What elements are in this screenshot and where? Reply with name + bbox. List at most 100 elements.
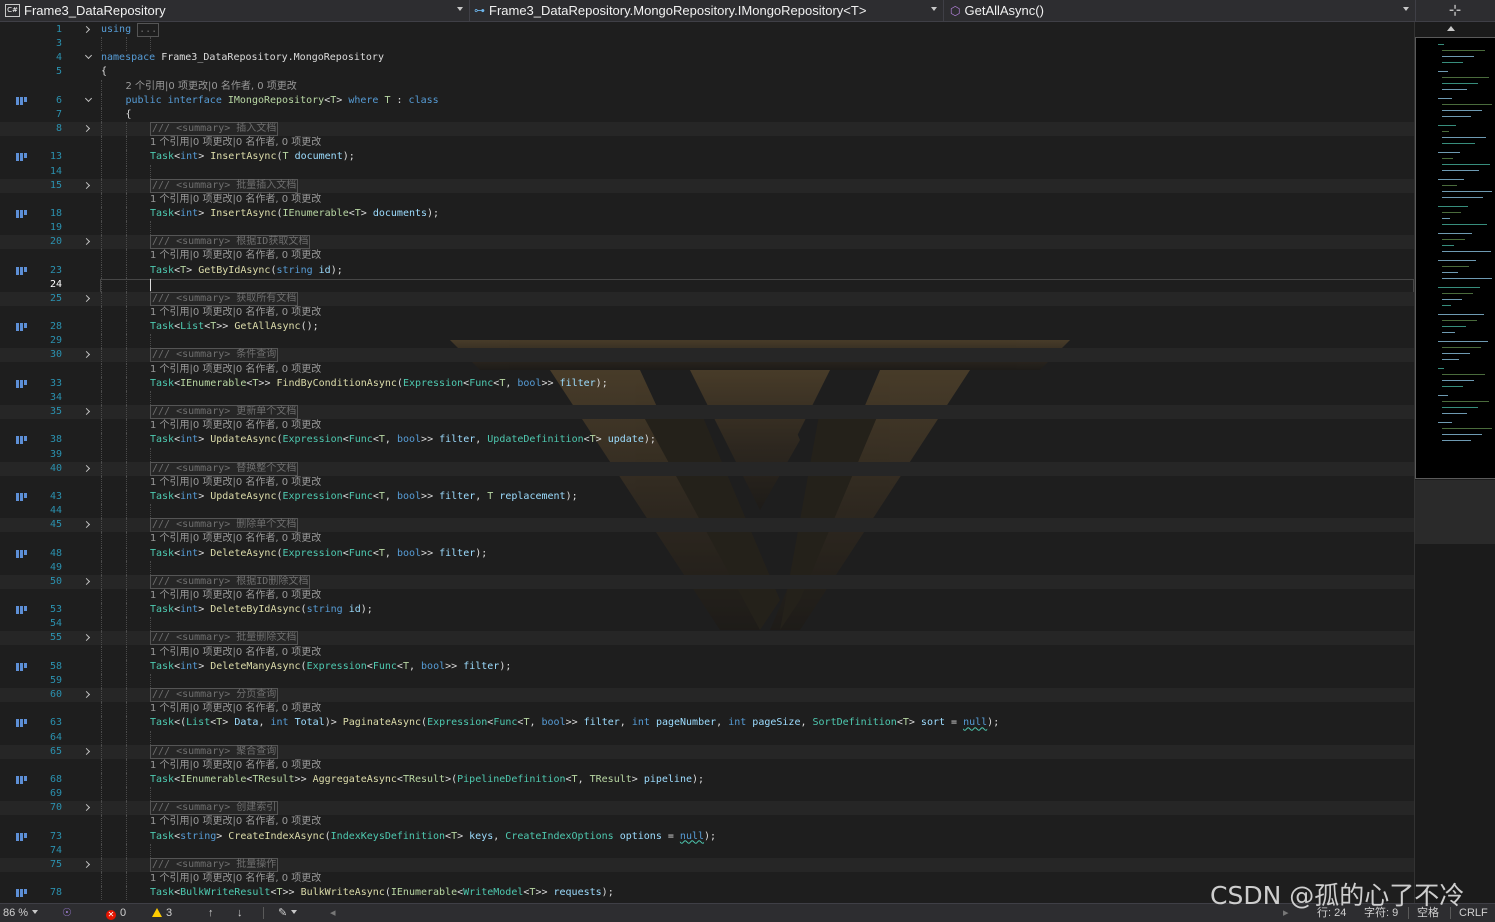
implementation-marker-icon[interactable] [16, 606, 30, 615]
line-number: 70 [49, 802, 62, 814]
expand-chevron-icon[interactable] [82, 464, 91, 472]
expand-chevron-icon[interactable] [82, 521, 91, 529]
previous-issue-button[interactable]: ↑ [208, 904, 214, 922]
split-window-button[interactable]: ⊹ [1443, 0, 1467, 21]
code-lens[interactable]: 1 个引用|0 项更改|0 名作者, 0 项更改 [150, 363, 321, 377]
line-number: 6 [55, 94, 62, 106]
implementation-marker-icon[interactable] [16, 436, 30, 445]
expand-chevron-icon[interactable] [82, 577, 91, 585]
code-lens[interactable]: 1 个引用|0 项更改|0 名作者, 0 项更改 [150, 306, 321, 320]
expand-chevron-icon[interactable] [82, 860, 91, 868]
implementation-marker-icon[interactable] [16, 832, 30, 841]
implementation-marker-icon[interactable] [16, 662, 30, 671]
code-cleanup-button[interactable]: ✎ [278, 904, 298, 922]
code-lens-row: 1 个引用|0 项更改|0 名作者, 0 项更改 [0, 249, 1414, 264]
code-lens[interactable]: 2 个引用|0 项更改|0 名作者, 0 项更改 [126, 80, 297, 94]
implementation-marker-icon[interactable] [16, 153, 30, 162]
collapsed-summary[interactable]: /// <summary> 批量删除文档 [150, 631, 299, 646]
expand-chevron-icon[interactable] [82, 238, 91, 246]
collapsed-summary[interactable]: /// <summary> 分页查询 [150, 688, 279, 703]
code-line: 40 /// <summary> 替换整个文档 [0, 461, 1414, 476]
implementation-marker-icon[interactable] [16, 549, 30, 558]
expand-chevron-icon[interactable] [82, 25, 91, 34]
implementation-marker-icon[interactable] [16, 96, 30, 105]
code-lens[interactable]: 1 个引用|0 项更改|0 名作者, 0 项更改 [150, 702, 321, 716]
implementation-marker-icon[interactable] [16, 323, 30, 332]
expand-chevron-icon[interactable] [82, 294, 91, 302]
map-viewport[interactable] [1415, 37, 1495, 479]
code-line: 73 Task<string> CreateIndexAsync(IndexKey… [0, 829, 1414, 844]
code-lens[interactable]: 1 个引用|0 项更改|0 名作者, 0 项更改 [150, 136, 321, 150]
implementation-marker-icon[interactable] [16, 379, 30, 388]
expand-chevron-icon[interactable] [82, 408, 91, 416]
collapsed-summary[interactable]: /// <summary> 创建索引 [150, 801, 279, 816]
chevron-down-icon [291, 910, 298, 914]
code-line: 19 [0, 221, 1414, 236]
collapsed-summary[interactable]: /// <summary> 获取所有文档 [150, 291, 299, 306]
collapsed-summary[interactable]: /// <summary> 聚合查询 [150, 744, 279, 759]
code-line: 5{ [0, 65, 1414, 79]
collapsed-summary[interactable]: /// <summary> 删除单个文档 [150, 518, 299, 533]
code-line: 4 namespace Frame3_DataRepository.MongoRe… [0, 51, 1414, 65]
code-lens[interactable]: 1 个引用|0 项更改|0 名作者, 0 项更改 [150, 249, 321, 263]
line-number: 50 [49, 575, 62, 587]
code-editor[interactable]: 1 using ... 3 4 namespace Frame3_DataReposit… [0, 22, 1414, 903]
collapse-chevron-icon[interactable] [84, 94, 93, 102]
collapsed-summary[interactable]: /// <summary> 插入文档 [150, 122, 279, 137]
expand-chevron-icon[interactable] [82, 804, 91, 812]
line-number: 74 [49, 844, 62, 856]
code-lens[interactable]: 1 个引用|0 项更改|0 名作者, 0 项更改 [150, 589, 321, 603]
collapsed-summary[interactable]: /// <summary> 根据ID获取文档 [150, 235, 311, 250]
code-lens[interactable]: 1 个引用|0 项更改|0 名作者, 0 项更改 [150, 532, 321, 546]
collapse-chevron-icon[interactable] [84, 52, 93, 60]
expand-chevron-icon[interactable] [82, 747, 91, 755]
collapsed-summary[interactable]: /// <summary> 批量操作 [150, 857, 279, 872]
expand-chevron-icon[interactable] [82, 181, 91, 189]
implementation-marker-icon[interactable] [16, 775, 30, 784]
code-lens[interactable]: 1 个引用|0 项更改|0 名作者, 0 项更改 [150, 872, 321, 886]
code-lens[interactable]: 1 个引用|0 项更改|0 名作者, 0 项更改 [150, 815, 321, 829]
code-lens[interactable]: 1 个引用|0 项更改|0 名作者, 0 项更改 [150, 193, 321, 207]
line-number: 34 [49, 391, 62, 403]
collapsed-summary[interactable]: /// <summary> 替换整个文档 [150, 461, 299, 476]
expand-chevron-icon[interactable] [82, 351, 91, 359]
implementation-marker-icon[interactable] [16, 889, 30, 898]
type-dropdown[interactable]: ⊶ Frame3_DataRepository.MongoRepository.… [470, 0, 944, 21]
code-line: 44 [0, 504, 1414, 519]
copilot-icon[interactable]: ☉ [62, 904, 72, 922]
zoom-level[interactable]: 86 % [3, 904, 39, 922]
line-number: 69 [49, 788, 62, 800]
scroll-left-icon[interactable]: ◂ [330, 904, 336, 922]
error-count[interactable]: ✕ 0 [106, 904, 126, 922]
scrollbar-map[interactable] [1414, 22, 1495, 903]
member-dropdown[interactable]: ⬡ GetAllAsync() [944, 0, 1416, 21]
code-lens-row: 1 个引用|0 项更改|0 名作者, 0 项更改 [0, 589, 1414, 603]
collapsed-region[interactable]: ... [137, 23, 160, 37]
code-line: 74 [0, 843, 1414, 858]
collapsed-summary[interactable]: /// <summary> 根据ID删除文档 [150, 574, 311, 589]
warning-count[interactable]: 3 [152, 904, 172, 922]
expand-chevron-icon[interactable] [82, 634, 91, 642]
code-lens-row: 1 个引用|0 项更改|0 名作者, 0 项更改 [0, 532, 1414, 547]
collapsed-summary[interactable]: /// <summary> 更新单个文档 [150, 405, 299, 420]
implementation-marker-icon[interactable] [16, 266, 30, 275]
expand-chevron-icon[interactable] [82, 125, 91, 133]
collapsed-summary[interactable]: /// <summary> 批量插入文档 [150, 178, 299, 193]
implementation-marker-icon[interactable] [16, 209, 30, 218]
code-text: /// <summary> 批量操作 [150, 857, 279, 872]
csharp-project-icon: C# [5, 4, 20, 17]
scroll-up-icon[interactable] [1447, 26, 1455, 31]
code-line: 63 Task<(List<T> Data, int Total)> Pagina… [0, 716, 1414, 731]
code-lens[interactable]: 1 个引用|0 项更改|0 名作者, 0 项更改 [150, 646, 321, 660]
implementation-marker-icon[interactable] [16, 719, 30, 728]
next-issue-button[interactable]: ↓ [237, 904, 243, 922]
code-lens[interactable]: 1 个引用|0 项更改|0 名作者, 0 项更改 [150, 419, 321, 433]
code-lens[interactable]: 1 个引用|0 项更改|0 名作者, 0 项更改 [150, 476, 321, 490]
expand-chevron-icon[interactable] [82, 691, 91, 699]
project-dropdown[interactable]: C# Frame3_DataRepository [0, 0, 470, 21]
implementation-marker-icon[interactable] [16, 492, 30, 501]
collapsed-summary[interactable]: /// <summary> 条件查询 [150, 348, 279, 363]
code-line: 48 Task<int> DeleteAsync(Expression<Func<… [0, 546, 1414, 561]
interface-icon: ⊶ [474, 5, 485, 17]
code-lens[interactable]: 1 个引用|0 项更改|0 名作者, 0 项更改 [150, 759, 321, 773]
